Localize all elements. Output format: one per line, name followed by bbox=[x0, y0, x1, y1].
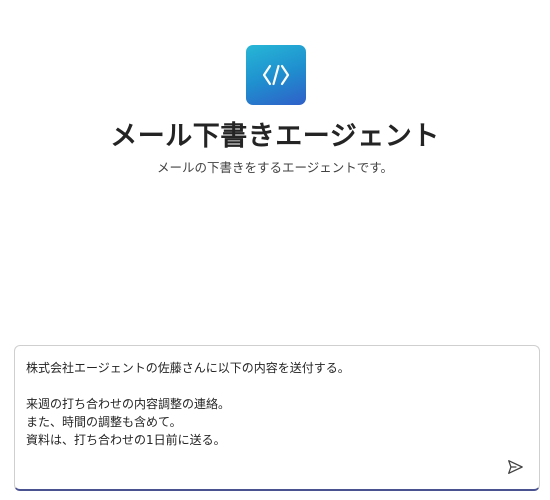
agent-subtitle: メールの下書きをするエージェントです。 bbox=[156, 160, 393, 175]
agent-title: メール下書きエージェント bbox=[110, 121, 440, 152]
message-composer[interactable]: 株式会社エージェントの佐藤さんに以下の内容を送付する。 来週の打ち合わせの内容調… bbox=[14, 345, 540, 491]
agent-logo bbox=[246, 45, 306, 105]
code-slashes-icon bbox=[262, 64, 290, 86]
message-input[interactable]: 株式会社エージェントの佐藤さんに以下の内容を送付する。 来週の打ち合わせの内容調… bbox=[26, 359, 506, 449]
send-button[interactable] bbox=[503, 455, 527, 479]
send-icon bbox=[508, 460, 523, 474]
agent-welcome-page: メール下書きエージェント メールの下書きをするエージェントです。 株式会社エージ… bbox=[0, 0, 550, 500]
